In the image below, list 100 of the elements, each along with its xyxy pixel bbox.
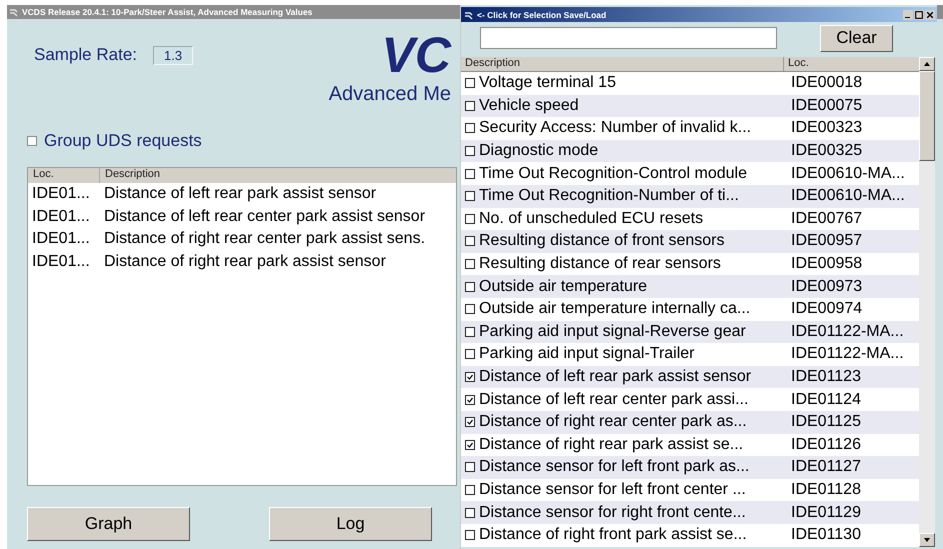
checkbox[interactable]	[465, 417, 475, 428]
loc-cell-text: IDE01123	[790, 368, 861, 386]
list-row[interactable]: Diagnostic mode IDE00325	[461, 140, 919, 162]
loc-cell[interactable]: IDE01...	[28, 208, 98, 226]
loc-cell-text: IDE00610-MA...	[790, 164, 905, 183]
checkbox[interactable]	[465, 349, 475, 360]
loc-cell-text: IDE01122-MA...	[790, 345, 904, 364]
checkbox[interactable]	[465, 484, 475, 495]
checkbox[interactable]	[465, 214, 475, 224]
loc-cell[interactable]: IDE01...	[28, 230, 98, 248]
loc-cell-text: IDE00325	[790, 142, 862, 160]
list-row[interactable]: Distance of right front park assist se... IDE01130	[461, 524, 919, 546]
list-row[interactable]: Distance sensor for left front park as... IDE01127	[461, 456, 919, 479]
list-row[interactable]: Parking aid input signal-Trailer IDE01122-MA...	[461, 343, 919, 366]
checkbox[interactable]	[465, 282, 475, 292]
window-title: VCDS Release 20.4.1: 10-Park/Steer Assist, Advanced Measuring Values	[22, 7, 312, 17]
scroll-down-button[interactable]	[919, 533, 935, 547]
checkbox[interactable]	[465, 326, 475, 337]
up-arrow-icon	[923, 60, 931, 68]
column-header[interactable]: Description	[461, 57, 784, 71]
loc-cell[interactable]: IDE01...	[28, 253, 98, 272]
column-header[interactable]: Loc.	[28, 168, 100, 183]
list-row[interactable]: Distance of left rear center park assi... IDE01124	[461, 388, 919, 411]
graph-button[interactable]: Graph	[27, 507, 190, 541]
description-cell[interactable]: Distance of right rear center park assist sens.	[98, 230, 426, 248]
down-arrow-icon	[923, 536, 931, 544]
description-cell: Distance sensor for right front cente...	[479, 504, 746, 522]
window-title[interactable]: <- Click for Selection Save/Load	[477, 10, 606, 20]
list-row[interactable]: Distance sensor for left front center ... IDE01128	[461, 478, 919, 502]
list-row[interactable]: Voltage terminal 15 IDE00018	[461, 72, 919, 95]
scrollbar[interactable]	[919, 57, 935, 547]
loc-cell-text: IDE00973	[790, 278, 862, 296]
checkbox[interactable]	[465, 259, 475, 270]
description-cell: Parking aid input signal-Reverse gear	[479, 322, 746, 341]
description-cell: Distance of right rear center park as...	[479, 413, 747, 432]
search-field[interactable]	[480, 27, 777, 49]
close-button[interactable]	[925, 10, 935, 20]
description-cell: Security Access: Number of invalid k...	[479, 119, 752, 138]
description-cell[interactable]: Distance of right rear park assist sensor	[98, 253, 386, 272]
checkbox[interactable]	[465, 123, 475, 134]
checkbox-label: Group UDS requests	[44, 131, 202, 151]
log-button[interactable]: Log	[269, 507, 432, 541]
checkbox[interactable]	[465, 100, 475, 111]
checkbox[interactable]	[465, 440, 475, 450]
loc-cell-text: IDE00958	[790, 255, 862, 274]
checkbox[interactable]	[465, 304, 475, 314]
list-row[interactable]: Security Access: Number of invalid k... IDE00323	[461, 117, 919, 140]
checkbox[interactable]	[465, 78, 475, 88]
list-row[interactable]: Time Out Recognition-Control module IDE00610-MA...	[461, 162, 919, 185]
checkbox[interactable]	[27, 136, 37, 146]
scroll-thumb[interactable]	[919, 71, 935, 161]
minimize-icon	[905, 16, 910, 18]
list-row[interactable]: Outside air temperature internally ca... IDE00974	[461, 298, 919, 321]
list-row[interactable]: Resulting distance of front sensors IDE00957	[461, 230, 919, 253]
list-row[interactable]: Distance sensor for right front cente... IDE01129	[461, 501, 919, 524]
list-row[interactable]: Distance of right rear park assist se... IDE01126	[461, 434, 919, 456]
clear-button[interactable]: Clear	[820, 24, 893, 52]
list-row[interactable]: Vehicle speed IDE00075	[461, 94, 919, 118]
loc-cell-text: IDE00075	[790, 96, 862, 115]
checkbox[interactable]	[465, 146, 475, 156]
loc-cell-text: IDE01128	[790, 480, 861, 499]
checkbox[interactable]	[465, 168, 475, 179]
minimize-button[interactable]	[903, 10, 913, 20]
description-cell: Diagnostic mode	[479, 142, 598, 160]
loc-cell-text: IDE01125	[790, 413, 861, 432]
scroll-up-button[interactable]	[919, 57, 935, 71]
checkbox[interactable]	[465, 191, 475, 202]
description-cell: Distance of right front park assist se...	[479, 526, 747, 544]
checkbox[interactable]	[465, 530, 475, 540]
description-cell: Distance of right rear park assist se...	[479, 436, 744, 454]
checkbox[interactable]	[465, 462, 475, 472]
list-row[interactable]: Parking aid input signal-Reverse gear IDE01122-MA...	[461, 320, 919, 344]
loc-cell-text: IDE00974	[790, 300, 862, 318]
checkbox[interactable]	[465, 508, 475, 518]
description-cell: Resulting distance of rear sensors	[479, 255, 721, 274]
checkbox[interactable]	[465, 394, 475, 405]
sample-rate-field[interactable]: 1.3	[153, 46, 194, 64]
description-cell: Time Out Recognition-Control module	[479, 164, 747, 183]
checkbox[interactable]	[465, 236, 475, 246]
description-cell: No. of unscheduled ECU resets	[479, 210, 704, 228]
list-row[interactable]: Distance of right rear center park as... IDE01125	[461, 410, 919, 434]
list-row[interactable]: No. of unscheduled ECU resets IDE00767	[461, 208, 919, 230]
column-header[interactable]: Description	[100, 168, 456, 183]
description-cell: Voltage terminal 15	[479, 74, 616, 92]
maximize-button[interactable]	[914, 10, 924, 20]
list-row[interactable]: Outside air temperature IDE00973	[461, 275, 919, 298]
loc-cell-text: IDE01126	[790, 436, 861, 454]
list-row[interactable]: Distance of left rear park assist sensor IDE01123	[461, 366, 919, 388]
list-row[interactable]: Resulting distance of rear sensors IDE00958	[461, 252, 919, 276]
description-cell[interactable]: Distance of left rear park assist sensor	[98, 185, 376, 204]
checkbox[interactable]	[465, 372, 475, 382]
list-row[interactable]: Time Out Recognition-Number of ti... IDE00610-MA...	[461, 184, 919, 208]
description-cell: Distance sensor for left front park as...	[479, 458, 750, 476]
column-header[interactable]: Loc.	[784, 57, 809, 71]
maximize-icon	[914, 10, 924, 20]
description-cell: Outside air temperature internally ca...	[479, 300, 750, 318]
loc-cell[interactable]: IDE01...	[28, 185, 98, 204]
description-cell: Parking aid input signal-Trailer	[479, 345, 695, 364]
description-cell[interactable]: Distance of left rear center park assist sensor	[98, 208, 426, 226]
sample-rate-label: Sample Rate:	[34, 45, 137, 65]
